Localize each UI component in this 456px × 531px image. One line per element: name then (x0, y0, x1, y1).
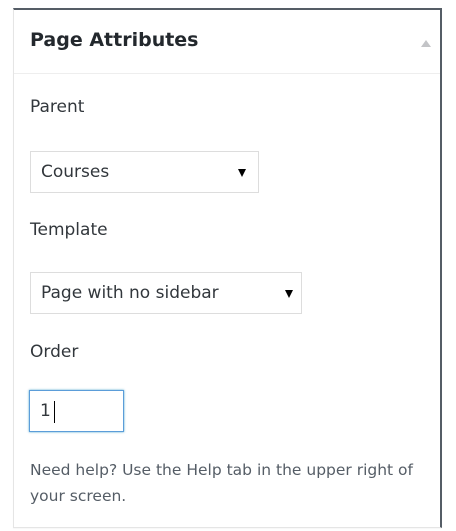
parent-select[interactable]: Courses (30, 151, 259, 193)
template-select[interactable]: Page with no sidebar (30, 272, 302, 314)
parent-select-value: Courses (41, 162, 110, 182)
order-input[interactable]: 1 (29, 390, 124, 432)
panel-header: Page Attributes (14, 10, 440, 74)
panel-title: Page Attributes (30, 29, 199, 51)
arrow-up-icon (421, 40, 431, 47)
order-label: Order (30, 342, 79, 362)
chevron-down-icon (285, 290, 293, 298)
page-attributes-panel: Page Attributes Parent Courses Template … (13, 8, 442, 528)
toggle-panel-button[interactable] (414, 32, 438, 56)
text-cursor (54, 401, 55, 423)
help-text: Need help? Use the Help tab in the upper… (30, 461, 413, 505)
template-select-value: Page with no sidebar (41, 283, 219, 303)
template-label: Template (30, 220, 108, 240)
parent-label: Parent (30, 97, 85, 117)
order-input-value: 1 (40, 401, 51, 421)
chevron-down-icon (238, 169, 246, 177)
